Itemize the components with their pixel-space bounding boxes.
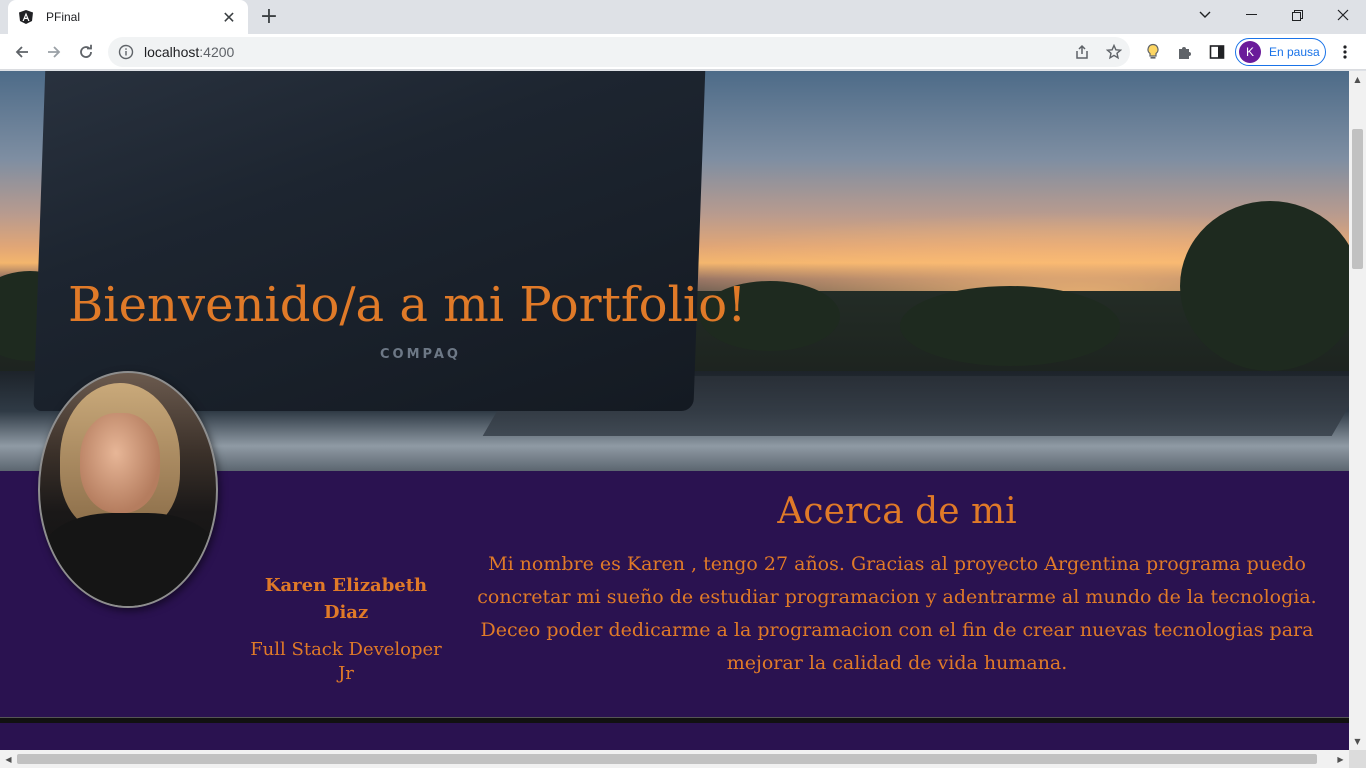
photo-face	[80, 413, 160, 513]
person-name: Karen Elizabeth Diaz	[264, 575, 428, 623]
page-viewport: COMPAQ Bienvenido/a a mi Portfolio! Kare…	[0, 71, 1349, 750]
site-info-icon[interactable]	[118, 44, 134, 60]
forward-icon[interactable]	[40, 38, 68, 66]
minimize-icon[interactable]	[1228, 0, 1274, 30]
url-port: :4200	[199, 44, 235, 60]
new-tab-button[interactable]: +	[256, 5, 282, 29]
scroll-down-arrow-icon[interactable]: ▼	[1349, 733, 1366, 750]
profile-status: En pausa	[1269, 45, 1320, 59]
profile-photo	[38, 371, 218, 608]
tab-title: PFinal	[46, 10, 81, 24]
profile-button[interactable]: K En pausa	[1235, 38, 1326, 66]
scroll-right-arrow-icon[interactable]: ▶	[1332, 750, 1349, 768]
close-window-icon[interactable]	[1320, 0, 1366, 30]
profile-info: Karen Elizabeth Diaz Full Stack Develope…	[246, 572, 446, 686]
scrollbar-corner	[1349, 750, 1366, 768]
avatar: K	[1239, 41, 1261, 63]
person-role: Full Stack Developer Jr	[250, 639, 442, 684]
address-bar[interactable]: localhost:4200	[108, 37, 1130, 67]
scroll-left-arrow-icon[interactable]: ◀	[0, 750, 17, 768]
side-panel-icon[interactable]	[1203, 38, 1231, 66]
bookmark-star-icon[interactable]	[1098, 37, 1130, 67]
vertical-scrollbar[interactable]: ▲ ▼	[1349, 71, 1366, 750]
url-text: localhost:4200	[144, 44, 234, 60]
url-host: localhost	[144, 44, 200, 60]
about-title: Acerca de mi	[777, 491, 1017, 532]
lightbulb-extension-icon[interactable]	[1139, 38, 1167, 66]
horizontal-scroll-thumb[interactable]	[17, 754, 1317, 764]
hero-heading: Bienvenido/a a mi Portfolio!	[68, 277, 747, 333]
hero-tree	[900, 286, 1120, 366]
share-icon[interactable]	[1066, 37, 1098, 67]
window-controls	[1182, 0, 1366, 30]
tab-search-icon[interactable]	[1182, 0, 1228, 30]
tab-pfinal[interactable]: PFinal ✕	[8, 0, 248, 34]
angular-favicon-icon	[18, 9, 34, 25]
browser-toolbar: localhost:4200 K En pausa	[0, 34, 1366, 70]
hero-banner: COMPAQ Bienvenido/a a mi Portfolio!	[0, 71, 1349, 471]
laptop-brand-logo: COMPAQ	[380, 347, 461, 362]
horizontal-scrollbar[interactable]: ◀ ▶	[0, 750, 1349, 768]
photo-body	[40, 513, 216, 606]
extensions-puzzle-icon[interactable]	[1171, 38, 1199, 66]
scroll-up-arrow-icon[interactable]: ▲	[1349, 71, 1366, 88]
tab-strip: PFinal ✕ +	[0, 0, 1366, 34]
hero-tree	[1180, 201, 1349, 371]
restore-icon[interactable]	[1274, 0, 1320, 30]
vertical-scroll-thumb[interactable]	[1352, 129, 1363, 269]
hero-laptop-lid	[33, 71, 707, 411]
back-icon[interactable]	[8, 38, 36, 66]
more-menu-icon[interactable]	[1331, 38, 1359, 66]
section-divider	[0, 717, 1349, 723]
close-tab-icon[interactable]: ✕	[220, 8, 238, 27]
about-text: Mi nombre es Karen , tengo 27 años. Grac…	[477, 553, 1317, 674]
reload-icon[interactable]	[72, 38, 100, 66]
